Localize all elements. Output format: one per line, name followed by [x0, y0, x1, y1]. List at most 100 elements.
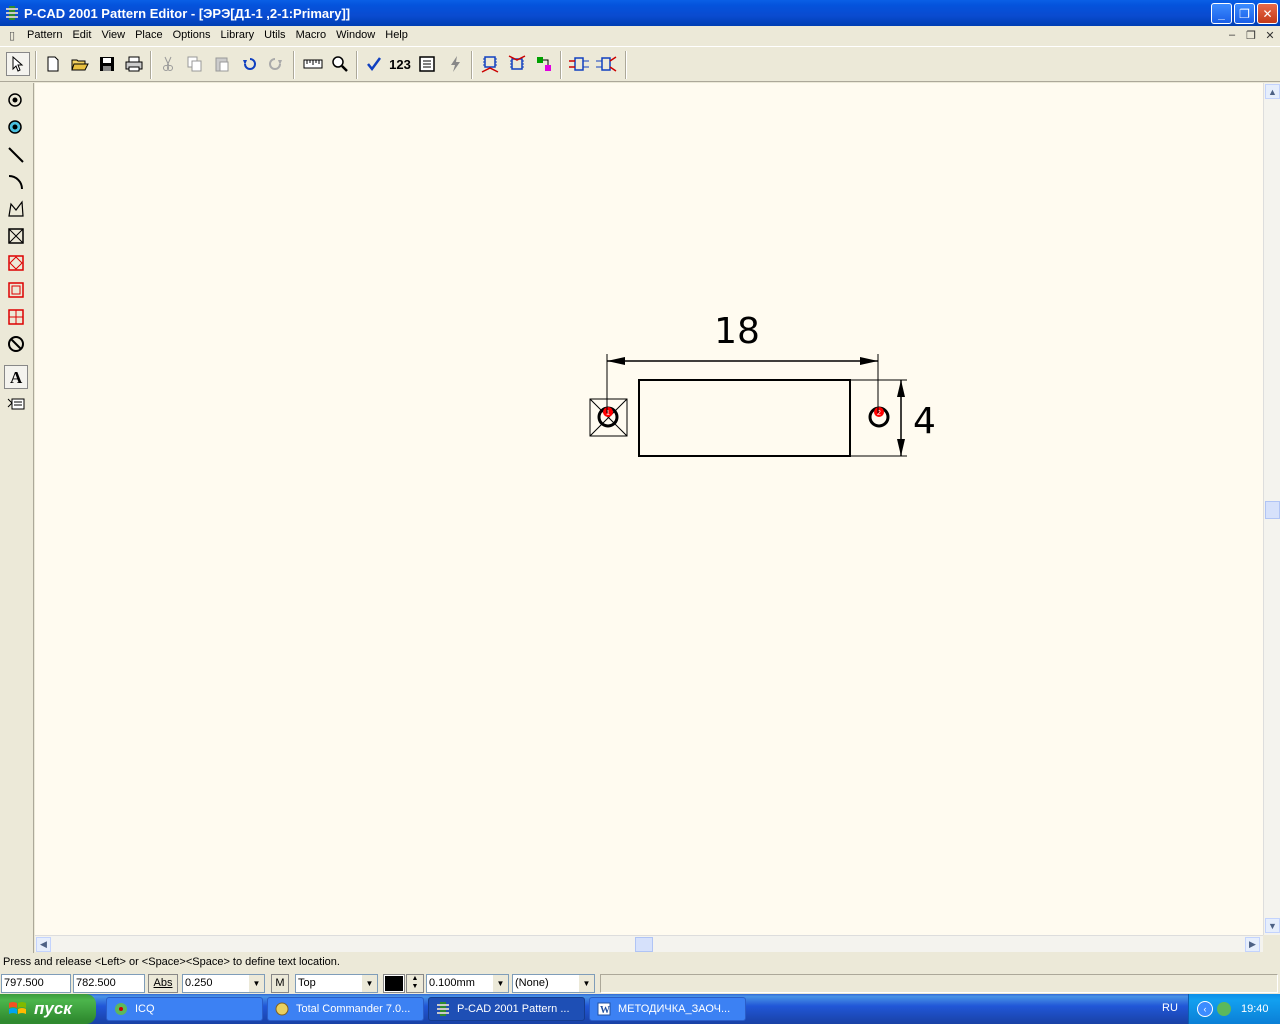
menu-macro[interactable]: Macro — [292, 26, 333, 45]
task-icq[interactable]: ICQ — [106, 997, 263, 1021]
language-indicator[interactable]: RU — [1162, 1002, 1178, 1014]
mdi-minimize-button[interactable]: – — [1224, 28, 1240, 42]
pin-mapping-button[interactable] — [567, 52, 591, 76]
icq-tray-icon[interactable] — [1217, 1002, 1231, 1016]
place-attribute-button[interactable] — [4, 392, 28, 416]
clock[interactable]: 19:40 — [1241, 1003, 1269, 1015]
menu-edit[interactable]: Edit — [68, 26, 97, 45]
horizontal-dimension[interactable]: 18 — [606, 311, 879, 413]
abs-toggle-button[interactable]: Abs — [148, 974, 178, 993]
menu-pattern[interactable]: Pattern — [23, 26, 68, 45]
menu-place[interactable]: Place — [131, 26, 169, 45]
pad-style-button[interactable] — [415, 52, 439, 76]
menu-view[interactable]: View — [97, 26, 131, 45]
design-check-button[interactable] — [362, 52, 386, 76]
line-width-select[interactable]: 0.100mm ▼ — [426, 974, 509, 993]
y-coordinate-field[interactable]: 782.500 — [73, 974, 145, 993]
vertical-dimension[interactable]: 4 — [850, 379, 936, 457]
horizontal-scroll-thumb[interactable] — [635, 937, 653, 952]
mdi-restore-button[interactable]: ❐ — [1243, 28, 1259, 42]
tray-expand-icon[interactable]: ‹ — [1197, 1001, 1213, 1017]
select-tool-button[interactable] — [6, 52, 30, 76]
place-text-button[interactable]: A — [4, 365, 28, 389]
main-toolbar: 123 — [0, 46, 1280, 82]
place-forbidden-button[interactable] — [4, 332, 28, 356]
open-button[interactable] — [68, 52, 92, 76]
start-button[interactable]: пуск — [0, 994, 96, 1024]
layer-color-swatch[interactable] — [383, 974, 405, 993]
grid-select[interactable]: 0.250 ▼ — [182, 974, 265, 993]
new-file-icon — [47, 56, 59, 72]
validate-pattern-button[interactable] — [505, 52, 529, 76]
place-via-button[interactable] — [4, 116, 28, 140]
print-button[interactable] — [122, 52, 146, 76]
scroll-left-button[interactable]: ◀ — [36, 937, 51, 952]
redo-button[interactable] — [264, 52, 288, 76]
color-swatch — [385, 976, 403, 991]
mdi-close-button[interactable]: ✕ — [1262, 28, 1278, 42]
paste-clipboard-icon — [215, 57, 229, 72]
chevron-down-icon: ▼ — [579, 975, 594, 992]
copy-button[interactable] — [183, 52, 207, 76]
minimize-button[interactable]: _ — [1211, 3, 1232, 24]
menu-options[interactable]: Options — [169, 26, 217, 45]
task-label: ICQ — [135, 1003, 155, 1015]
place-polygon-button[interactable] — [4, 197, 28, 221]
menu-window[interactable]: Window — [332, 26, 381, 45]
task-pcad[interactable]: P-CAD 2001 Pattern ... — [428, 997, 585, 1021]
place-plane-button[interactable] — [4, 305, 28, 329]
line-width-value: 0.100mm — [429, 977, 475, 989]
vertical-scroll-thumb[interactable] — [1265, 501, 1280, 519]
horizontal-scrollbar[interactable]: ◀ ▶ — [35, 935, 1263, 952]
layer-spinner[interactable]: ▲ ▼ — [406, 974, 424, 993]
copy-icon — [187, 56, 202, 72]
new-button[interactable] — [41, 52, 65, 76]
save-to-library-button[interactable] — [478, 52, 502, 76]
arrow-cursor-icon — [12, 56, 24, 72]
style-select[interactable]: (None) ▼ — [512, 974, 595, 993]
menu-library[interactable]: Library — [217, 26, 261, 45]
via-icon — [8, 120, 22, 134]
open-folder-icon — [71, 59, 89, 71]
line-icon — [8, 147, 24, 163]
scroll-right-button[interactable]: ▶ — [1245, 937, 1260, 952]
menu-utils[interactable]: Utils — [260, 26, 291, 45]
pad-2[interactable]: 2 — [868, 406, 890, 428]
pin-mapping-icon — [569, 57, 589, 71]
undo-arrow-icon — [243, 58, 256, 70]
zoom-window-button[interactable] — [328, 52, 352, 76]
place-pad-button[interactable] — [4, 89, 28, 113]
paste-button[interactable] — [210, 52, 234, 76]
document-menu-icon[interactable]: ▯ — [5, 29, 19, 43]
place-copper-pour-button[interactable] — [4, 251, 28, 275]
m-toggle-button[interactable]: M — [271, 974, 289, 993]
task-total-commander[interactable]: Total Commander 7.0... — [267, 997, 424, 1021]
pad-1[interactable]: 1 — [589, 398, 628, 437]
measure-button[interactable] — [301, 52, 325, 76]
design-canvas[interactable]: 1 2 18 4 — [35, 83, 1263, 935]
keepout-icon — [8, 228, 24, 244]
place-keepout-button[interactable] — [4, 224, 28, 248]
task-label: Total Commander 7.0... — [296, 1003, 411, 1015]
renumber-label: 123 — [389, 56, 411, 72]
gate-mapping-button[interactable] — [594, 52, 618, 76]
layer-select[interactable]: Top ▼ — [295, 974, 378, 993]
menu-help[interactable]: Help — [381, 26, 414, 45]
place-arc-button[interactable] — [4, 170, 28, 194]
renumber-button[interactable]: 123 — [388, 52, 412, 76]
undo-button[interactable] — [237, 52, 261, 76]
vertical-scrollbar[interactable]: ▲ ▼ — [1263, 83, 1280, 935]
cut-button[interactable] — [156, 52, 180, 76]
component-button[interactable] — [532, 52, 556, 76]
close-button[interactable]: ✕ — [1257, 3, 1278, 24]
component-body-outline[interactable] — [638, 379, 851, 457]
scroll-up-button[interactable]: ▲ — [1265, 84, 1280, 99]
pattern-wizard-button[interactable] — [443, 52, 467, 76]
task-word-document[interactable]: W МЕТОДИЧКА_ЗАОЧ... — [589, 997, 746, 1021]
place-line-button[interactable] — [4, 143, 28, 167]
place-cutout-button[interactable] — [4, 278, 28, 302]
save-button[interactable] — [95, 52, 119, 76]
scroll-down-button[interactable]: ▼ — [1265, 918, 1280, 933]
x-coordinate-field[interactable]: 797.500 — [1, 974, 71, 993]
maximize-button[interactable]: ❐ — [1234, 3, 1255, 24]
